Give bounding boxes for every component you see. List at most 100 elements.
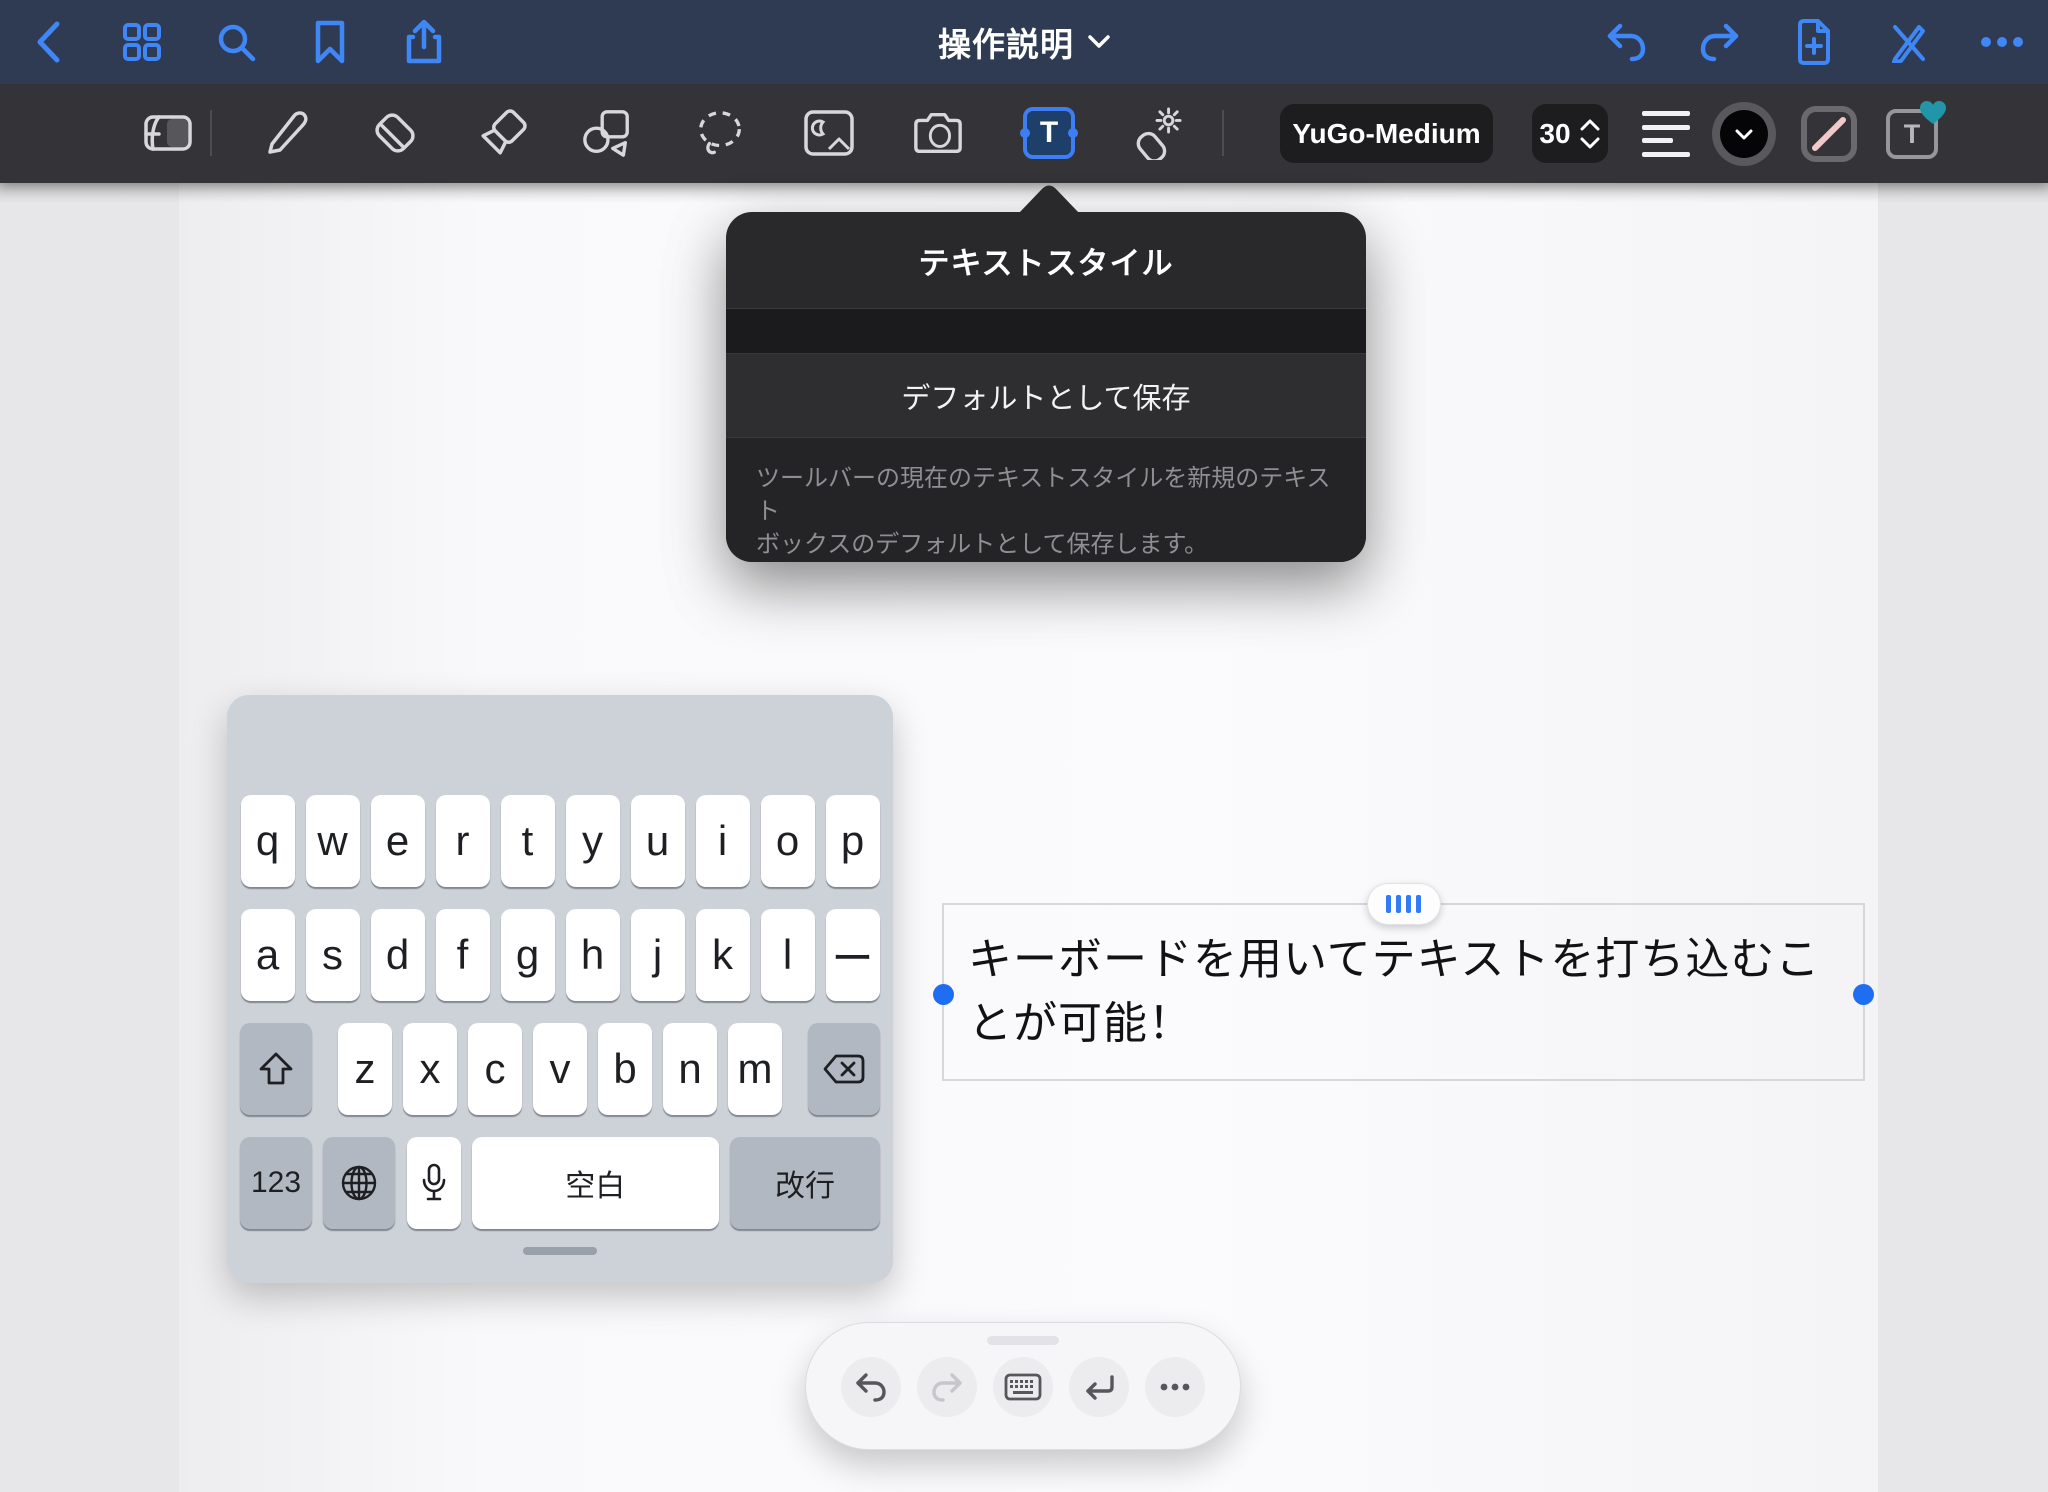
text-tool-button[interactable]: T: [1023, 107, 1075, 159]
keyboard-row-3: z x c v b n m: [240, 1023, 880, 1115]
textbox-text[interactable]: キーボードを用いてテキストを打ち込むことが可能！: [944, 905, 1863, 1069]
textbox-resize-handle-right[interactable]: [1853, 984, 1874, 1005]
share-button[interactable]: [402, 20, 446, 64]
highlighter-tool-button[interactable]: [477, 102, 529, 164]
microphone-icon: [421, 1163, 447, 1203]
floating-toolbar-drag-handle[interactable]: [987, 1336, 1059, 1345]
back-chevron-icon: [33, 20, 63, 64]
key-r[interactable]: r: [436, 795, 490, 887]
stepper-chevrons-icon: [1579, 117, 1601, 151]
add-page-icon: [1796, 19, 1832, 65]
key-t[interactable]: t: [501, 795, 555, 887]
key-v[interactable]: v: [533, 1023, 587, 1115]
lasso-icon: [694, 107, 746, 159]
bookmark-button[interactable]: [308, 20, 352, 64]
saved-text-style-button[interactable]: T: [1886, 109, 1938, 159]
more-button[interactable]: [1980, 20, 2024, 64]
save-as-default-button[interactable]: デフォルトとして保存: [726, 354, 1366, 438]
key-long-vowel[interactable]: ー: [826, 909, 880, 1001]
mini-return-button[interactable]: [1069, 1357, 1129, 1417]
key-u[interactable]: u: [631, 795, 685, 887]
mini-more-button[interactable]: [1145, 1357, 1205, 1417]
image-tool-button[interactable]: [803, 102, 855, 164]
textbox-resize-handle-left[interactable]: [933, 984, 954, 1005]
mini-undo-button[interactable]: [841, 1357, 901, 1417]
shapes-tool-button[interactable]: [581, 102, 633, 164]
image-icon: [803, 109, 855, 157]
text-box[interactable]: キーボードを用いてテキストを打ち込むことが可能！: [942, 903, 1865, 1081]
key-p[interactable]: p: [826, 795, 880, 887]
backspace-key[interactable]: [808, 1023, 880, 1115]
toolcase-button[interactable]: [142, 102, 194, 164]
key-q[interactable]: q: [241, 795, 295, 887]
camera-tool-button[interactable]: [912, 102, 964, 164]
key-g[interactable]: g: [501, 909, 555, 1001]
laser-pointer-icon: [1131, 106, 1183, 160]
key-e[interactable]: e: [371, 795, 425, 887]
key-a[interactable]: a: [241, 909, 295, 1001]
page-thumbnails-button[interactable]: [120, 20, 164, 64]
popover-description-line2: ボックスのデフォルトとして保存します。: [756, 528, 1336, 561]
shift-key[interactable]: [240, 1023, 312, 1115]
key-w[interactable]: w: [306, 795, 360, 887]
key-n[interactable]: n: [663, 1023, 717, 1115]
eraser-tool-button[interactable]: [369, 102, 421, 164]
floating-toolbar[interactable]: [805, 1322, 1241, 1450]
text-color-button[interactable]: [1712, 102, 1776, 166]
font-size-stepper[interactable]: 30: [1532, 104, 1608, 163]
space-key[interactable]: 空白: [472, 1137, 719, 1229]
dictation-key[interactable]: [407, 1137, 461, 1229]
key-s[interactable]: s: [306, 909, 360, 1001]
highlighter-icon: [477, 107, 529, 159]
key-j[interactable]: j: [631, 909, 685, 1001]
pen-tool-button[interactable]: [259, 102, 311, 164]
disable-drawing-button[interactable]: [1886, 20, 1930, 64]
undo-button[interactable]: [1604, 20, 1648, 64]
keyboard-home-indicator[interactable]: [523, 1247, 597, 1255]
selection-dot-icon: [1068, 128, 1078, 138]
text-align-button[interactable]: [1642, 111, 1690, 157]
app-window: 操作説明: [0, 0, 2048, 1492]
globe-icon: [339, 1163, 379, 1203]
key-z[interactable]: z: [338, 1023, 392, 1115]
lasso-tool-button[interactable]: [694, 102, 746, 164]
key-k[interactable]: k: [696, 909, 750, 1001]
floating-toolbar-buttons: [806, 1357, 1240, 1417]
return-key[interactable]: 改行: [730, 1137, 880, 1229]
add-page-button[interactable]: [1792, 20, 1836, 64]
key-m[interactable]: m: [728, 1023, 782, 1115]
navbar-right-group: [1604, 0, 2024, 84]
key-y[interactable]: y: [566, 795, 620, 887]
back-button[interactable]: [26, 20, 70, 64]
redo-icon: [1698, 22, 1742, 62]
redo-button[interactable]: [1698, 20, 1742, 64]
search-button[interactable]: [214, 20, 258, 64]
key-c[interactable]: c: [468, 1023, 522, 1115]
no-fill-icon: [1809, 114, 1849, 154]
key-f[interactable]: f: [436, 909, 490, 1001]
navigation-bar: 操作説明: [0, 0, 2048, 84]
key-h[interactable]: h: [566, 909, 620, 1001]
text-background-button[interactable]: [1801, 106, 1857, 162]
font-size-value: 30: [1539, 118, 1570, 150]
numbers-key[interactable]: 123: [240, 1137, 312, 1229]
laser-pointer-tool-button[interactable]: [1131, 102, 1183, 164]
key-i[interactable]: i: [696, 795, 750, 887]
mini-keyboard-button[interactable]: [993, 1357, 1053, 1417]
key-o[interactable]: o: [761, 795, 815, 887]
popover-separator: [726, 308, 1366, 354]
key-l[interactable]: l: [761, 909, 815, 1001]
popover-title: テキストスタイル: [726, 212, 1366, 308]
key-x[interactable]: x: [403, 1023, 457, 1115]
key-b[interactable]: b: [598, 1023, 652, 1115]
mini-redo-button[interactable]: [917, 1357, 977, 1417]
search-icon: [215, 21, 257, 63]
navbar-left-group: [26, 0, 446, 84]
key-d[interactable]: d: [371, 909, 425, 1001]
globe-key[interactable]: [323, 1137, 395, 1229]
toolbar-divider: [210, 110, 212, 156]
font-name-button[interactable]: YuGo-Medium: [1280, 104, 1493, 163]
textbox-drag-handle[interactable]: [1367, 883, 1441, 925]
keyboard-row-2: a s d f g h j k l ー: [240, 909, 880, 1001]
text-style-popover: テキストスタイル デフォルトとして保存 ツールバーの現在のテキストスタイルを新規…: [726, 212, 1366, 562]
